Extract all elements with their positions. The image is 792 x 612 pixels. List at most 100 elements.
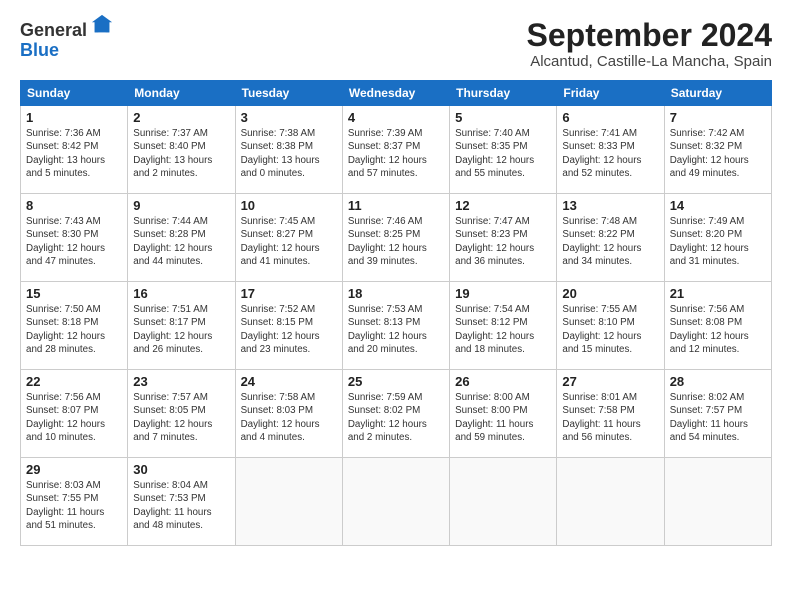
day-number: 5 <box>455 110 551 125</box>
empty-cell <box>557 458 664 546</box>
day-info: Sunrise: 7:41 AMSunset: 8:33 PMDaylight:… <box>562 127 658 180</box>
empty-cell <box>664 458 771 546</box>
day-info: Sunrise: 7:45 AMSunset: 8:27 PMDaylight:… <box>241 215 337 268</box>
day-info: Sunrise: 7:50 AMSunset: 8:18 PMDaylight:… <box>26 303 122 356</box>
day-info: Sunrise: 7:36 AMSunset: 8:42 PMDaylight:… <box>26 127 122 180</box>
week-row-4: 22 Sunrise: 7:56 AMSunset: 8:07 PMDaylig… <box>21 370 772 458</box>
col-saturday: Saturday <box>664 81 771 106</box>
day-number: 14 <box>670 198 766 213</box>
day-info: Sunrise: 7:51 AMSunset: 8:17 PMDaylight:… <box>133 303 229 356</box>
day-info: Sunrise: 7:43 AMSunset: 8:30 PMDaylight:… <box>26 215 122 268</box>
day-info: Sunrise: 7:39 AMSunset: 8:37 PMDaylight:… <box>348 127 444 180</box>
week-row-5: 29 Sunrise: 8:03 AMSunset: 7:55 PMDaylig… <box>21 458 772 546</box>
day-cell-7: 7 Sunrise: 7:42 AMSunset: 8:32 PMDayligh… <box>664 106 771 194</box>
empty-cell <box>450 458 557 546</box>
day-cell-26: 26 Sunrise: 8:00 AMSunset: 8:00 PMDaylig… <box>450 370 557 458</box>
header-row: Sunday Monday Tuesday Wednesday Thursday… <box>21 81 772 106</box>
day-number: 6 <box>562 110 658 125</box>
day-number: 19 <box>455 286 551 301</box>
col-friday: Friday <box>557 81 664 106</box>
day-info: Sunrise: 7:59 AMSunset: 8:02 PMDaylight:… <box>348 391 444 444</box>
day-number: 22 <box>26 374 122 389</box>
day-cell-12: 12 Sunrise: 7:47 AMSunset: 8:23 PMDaylig… <box>450 194 557 282</box>
col-sunday: Sunday <box>21 81 128 106</box>
day-number: 27 <box>562 374 658 389</box>
day-info: Sunrise: 7:46 AMSunset: 8:25 PMDaylight:… <box>348 215 444 268</box>
day-info: Sunrise: 7:48 AMSunset: 8:22 PMDaylight:… <box>562 215 658 268</box>
logo: General Blue <box>20 18 113 59</box>
day-cell-1: 1 Sunrise: 7:36 AMSunset: 8:42 PMDayligh… <box>21 106 128 194</box>
week-row-1: 1 Sunrise: 7:36 AMSunset: 8:42 PMDayligh… <box>21 106 772 194</box>
month-year: September 2024 <box>527 18 772 53</box>
day-cell-9: 9 Sunrise: 7:44 AMSunset: 8:28 PMDayligh… <box>128 194 235 282</box>
day-number: 3 <box>241 110 337 125</box>
day-number: 24 <box>241 374 337 389</box>
day-cell-11: 11 Sunrise: 7:46 AMSunset: 8:25 PMDaylig… <box>342 194 449 282</box>
day-cell-28: 28 Sunrise: 8:02 AMSunset: 7:57 PMDaylig… <box>664 370 771 458</box>
title-block: September 2024 Alcantud, Castille-La Man… <box>527 18 772 70</box>
day-info: Sunrise: 7:49 AMSunset: 8:20 PMDaylight:… <box>670 215 766 268</box>
day-cell-15: 15 Sunrise: 7:50 AMSunset: 8:18 PMDaylig… <box>21 282 128 370</box>
day-cell-6: 6 Sunrise: 7:41 AMSunset: 8:33 PMDayligh… <box>557 106 664 194</box>
header: General Blue September 2024 Alcantud, Ca… <box>20 18 772 70</box>
day-number: 17 <box>241 286 337 301</box>
day-info: Sunrise: 8:03 AMSunset: 7:55 PMDaylight:… <box>26 479 122 532</box>
day-info: Sunrise: 8:01 AMSunset: 7:58 PMDaylight:… <box>562 391 658 444</box>
day-cell-23: 23 Sunrise: 7:57 AMSunset: 8:05 PMDaylig… <box>128 370 235 458</box>
day-number: 1 <box>26 110 122 125</box>
day-number: 28 <box>670 374 766 389</box>
day-cell-24: 24 Sunrise: 7:58 AMSunset: 8:03 PMDaylig… <box>235 370 342 458</box>
day-number: 26 <box>455 374 551 389</box>
day-info: Sunrise: 7:55 AMSunset: 8:10 PMDaylight:… <box>562 303 658 356</box>
day-cell-18: 18 Sunrise: 7:53 AMSunset: 8:13 PMDaylig… <box>342 282 449 370</box>
day-cell-2: 2 Sunrise: 7:37 AMSunset: 8:40 PMDayligh… <box>128 106 235 194</box>
day-info: Sunrise: 8:04 AMSunset: 7:53 PMDaylight:… <box>133 479 229 532</box>
day-cell-17: 17 Sunrise: 7:52 AMSunset: 8:15 PMDaylig… <box>235 282 342 370</box>
day-info: Sunrise: 7:56 AMSunset: 8:07 PMDaylight:… <box>26 391 122 444</box>
logo-icon <box>91 14 113 41</box>
day-number: 2 <box>133 110 229 125</box>
col-thursday: Thursday <box>450 81 557 106</box>
day-info: Sunrise: 8:02 AMSunset: 7:57 PMDaylight:… <box>670 391 766 444</box>
calendar: Sunday Monday Tuesday Wednesday Thursday… <box>20 80 772 546</box>
day-info: Sunrise: 7:47 AMSunset: 8:23 PMDaylight:… <box>455 215 551 268</box>
day-cell-8: 8 Sunrise: 7:43 AMSunset: 8:30 PMDayligh… <box>21 194 128 282</box>
day-number: 12 <box>455 198 551 213</box>
day-number: 30 <box>133 462 229 477</box>
day-cell-19: 19 Sunrise: 7:54 AMSunset: 8:12 PMDaylig… <box>450 282 557 370</box>
day-number: 8 <box>26 198 122 213</box>
day-number: 21 <box>670 286 766 301</box>
day-info: Sunrise: 7:58 AMSunset: 8:03 PMDaylight:… <box>241 391 337 444</box>
day-cell-22: 22 Sunrise: 7:56 AMSunset: 8:07 PMDaylig… <box>21 370 128 458</box>
day-cell-4: 4 Sunrise: 7:39 AMSunset: 8:37 PMDayligh… <box>342 106 449 194</box>
location: Alcantud, Castille-La Mancha, Spain <box>527 53 772 70</box>
logo-blue: Blue <box>20 41 59 59</box>
day-number: 29 <box>26 462 122 477</box>
week-row-3: 15 Sunrise: 7:50 AMSunset: 8:18 PMDaylig… <box>21 282 772 370</box>
day-cell-10: 10 Sunrise: 7:45 AMSunset: 8:27 PMDaylig… <box>235 194 342 282</box>
day-cell-16: 16 Sunrise: 7:51 AMSunset: 8:17 PMDaylig… <box>128 282 235 370</box>
day-info: Sunrise: 7:42 AMSunset: 8:32 PMDaylight:… <box>670 127 766 180</box>
day-number: 18 <box>348 286 444 301</box>
day-info: Sunrise: 7:56 AMSunset: 8:08 PMDaylight:… <box>670 303 766 356</box>
day-number: 9 <box>133 198 229 213</box>
day-info: Sunrise: 7:44 AMSunset: 8:28 PMDaylight:… <box>133 215 229 268</box>
day-info: Sunrise: 7:40 AMSunset: 8:35 PMDaylight:… <box>455 127 551 180</box>
page: General Blue September 2024 Alcantud, Ca… <box>0 0 792 556</box>
day-info: Sunrise: 7:54 AMSunset: 8:12 PMDaylight:… <box>455 303 551 356</box>
day-cell-13: 13 Sunrise: 7:48 AMSunset: 8:22 PMDaylig… <box>557 194 664 282</box>
day-number: 25 <box>348 374 444 389</box>
day-number: 7 <box>670 110 766 125</box>
day-cell-29: 29 Sunrise: 8:03 AMSunset: 7:55 PMDaylig… <box>21 458 128 546</box>
day-info: Sunrise: 7:52 AMSunset: 8:15 PMDaylight:… <box>241 303 337 356</box>
day-info: Sunrise: 7:53 AMSunset: 8:13 PMDaylight:… <box>348 303 444 356</box>
day-cell-30: 30 Sunrise: 8:04 AMSunset: 7:53 PMDaylig… <box>128 458 235 546</box>
logo-general: General <box>20 21 87 39</box>
day-number: 16 <box>133 286 229 301</box>
day-cell-20: 20 Sunrise: 7:55 AMSunset: 8:10 PMDaylig… <box>557 282 664 370</box>
day-cell-21: 21 Sunrise: 7:56 AMSunset: 8:08 PMDaylig… <box>664 282 771 370</box>
col-wednesday: Wednesday <box>342 81 449 106</box>
day-cell-5: 5 Sunrise: 7:40 AMSunset: 8:35 PMDayligh… <box>450 106 557 194</box>
day-number: 10 <box>241 198 337 213</box>
day-number: 15 <box>26 286 122 301</box>
